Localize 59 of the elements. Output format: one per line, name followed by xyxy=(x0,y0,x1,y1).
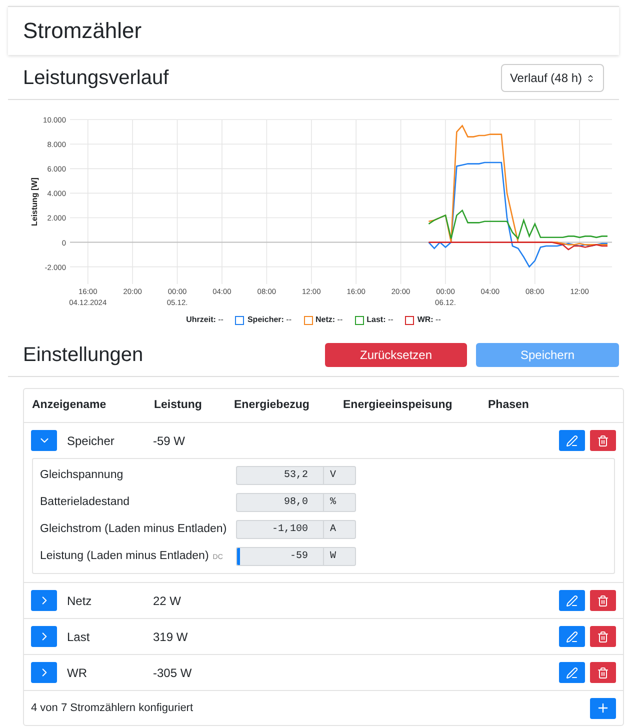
column-header: Energiebezug xyxy=(234,398,310,413)
select-caret-icon xyxy=(586,74,595,82)
meter-name: Netz xyxy=(67,592,93,610)
y-axis-title: Leistung [W] xyxy=(30,178,39,226)
footer-text: 4 von 7 Stromzählern konfiguriert xyxy=(31,700,194,716)
meter-power: 22 W xyxy=(153,592,182,610)
detail-label: Gleichspannung xyxy=(40,468,124,483)
meter-name: Speicher xyxy=(67,432,116,450)
trash-icon xyxy=(597,434,609,446)
delete-button[interactable] xyxy=(590,430,616,451)
legend-label: Last: -- xyxy=(366,314,394,326)
page-title: Stromzähler xyxy=(23,17,143,45)
expand-button[interactable] xyxy=(31,590,57,611)
column-header: Anzeigename xyxy=(32,398,108,413)
section-title: Leistungsverlauf xyxy=(23,66,169,91)
expand-button[interactable] xyxy=(31,430,57,451)
edit-button[interactable] xyxy=(559,430,585,451)
trash-icon xyxy=(597,630,609,642)
section-title: Einstellungen xyxy=(23,343,144,368)
meter-power: -305 W xyxy=(153,664,193,682)
delete-button[interactable] xyxy=(590,662,616,683)
legend-label: Speicher: -- xyxy=(247,314,292,326)
delete-button[interactable] xyxy=(590,590,616,611)
unit-label: W xyxy=(324,547,356,566)
unit-label: % xyxy=(324,493,356,512)
detail-value-field[interactable]: -1,100 xyxy=(236,520,324,539)
pencil-icon xyxy=(566,434,578,446)
add-button[interactable] xyxy=(590,698,616,718)
pencil-icon xyxy=(566,630,578,642)
legend-label: WR: -- xyxy=(417,314,441,326)
unit-label: A xyxy=(324,520,356,539)
expand-button[interactable] xyxy=(31,662,57,683)
unit-label: V xyxy=(324,466,356,485)
meter-power: 319 W xyxy=(153,628,189,646)
delete-button[interactable] xyxy=(590,626,616,647)
column-header: Leistung xyxy=(154,398,203,413)
edit-button[interactable] xyxy=(559,590,585,611)
detail-value-field[interactable]: 98,0 xyxy=(236,493,324,512)
plus-icon xyxy=(596,701,610,715)
pencil-icon xyxy=(566,666,578,678)
reset-button[interactable]: Zurücksetzen xyxy=(325,343,467,367)
trash-icon xyxy=(597,666,609,678)
edit-button[interactable] xyxy=(559,626,585,647)
column-header: Phasen xyxy=(488,398,529,413)
column-header: Energieeinspeisung xyxy=(343,398,454,413)
legend-time: Uhrzeit: -- xyxy=(186,314,224,326)
expand-button[interactable] xyxy=(31,626,57,647)
detail-value-field[interactable]: 53,2 xyxy=(236,466,324,485)
trash-icon xyxy=(597,594,609,606)
meter-power: -59 W xyxy=(153,432,186,450)
detail-label: Batterieladestand xyxy=(40,494,131,510)
range-select[interactable]: Verlauf (48 h) xyxy=(500,64,604,92)
legend-label: Netz: -- xyxy=(316,314,343,326)
meter-name: WR xyxy=(67,664,88,682)
pencil-icon xyxy=(566,594,578,606)
detail-label: Gleichstrom (Laden minus Entladen) xyxy=(40,522,228,537)
detail-value-field[interactable]: -59 xyxy=(236,547,324,566)
meter-name: Last xyxy=(67,628,91,646)
edit-button[interactable] xyxy=(559,662,585,683)
